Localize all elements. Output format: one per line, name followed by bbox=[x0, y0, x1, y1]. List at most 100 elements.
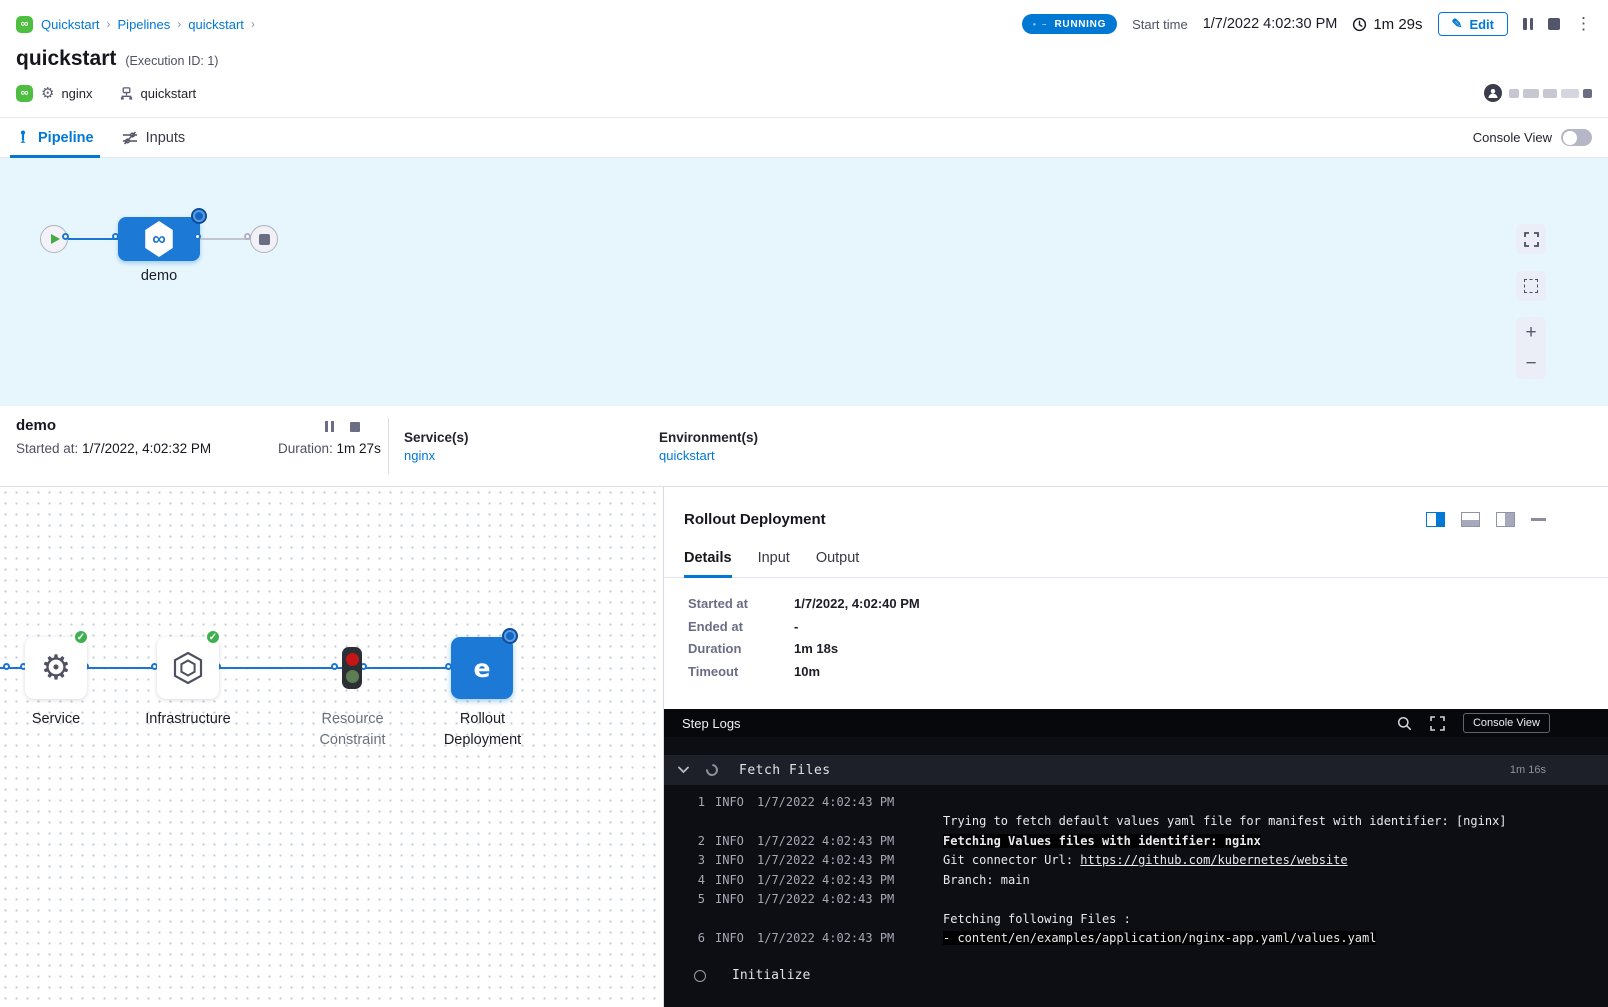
pipeline-execution-page: ∞ Quickstart›Pipelines›quickstart› • –RU… bbox=[0, 0, 1608, 1007]
more-options-button[interactable]: ⋮ bbox=[1575, 18, 1592, 30]
detail-label: Ended at bbox=[688, 619, 794, 634]
log-section-name: Initialize bbox=[732, 968, 810, 983]
step-node-service[interactable]: ⚙ bbox=[25, 637, 87, 699]
services-label: Service(s) bbox=[404, 430, 469, 445]
redacted-text-block bbox=[1509, 89, 1519, 98]
redacted-text-block bbox=[1523, 89, 1539, 98]
log-level: INFO bbox=[715, 873, 751, 887]
step-label: Infrastructure bbox=[122, 709, 254, 730]
marquee-icon bbox=[1524, 279, 1538, 293]
log-line: Fetching following Files : bbox=[691, 909, 1608, 929]
step-logs-header: Step Logs Console View bbox=[664, 709, 1608, 737]
log-section-fetch-files[interactable]: Fetch Files 1m 16s bbox=[664, 755, 1608, 785]
pencil-icon: ✎ bbox=[1452, 16, 1463, 32]
detail-value: 1m 18s bbox=[794, 641, 838, 656]
step-node-infrastructure[interactable] bbox=[157, 637, 219, 699]
environment-link[interactable]: quickstart bbox=[659, 448, 715, 463]
status-badge: • –RUNNING bbox=[1022, 14, 1117, 34]
log-message: Branch: main bbox=[943, 873, 1030, 887]
pause-execution-button[interactable] bbox=[1523, 18, 1533, 30]
page-title: quickstart bbox=[16, 47, 116, 71]
graph-edge bbox=[200, 238, 250, 240]
environment-icon bbox=[119, 86, 134, 101]
log-line-number: 3 bbox=[691, 853, 705, 867]
log-message: Trying to fetch default values yaml file… bbox=[943, 814, 1507, 828]
log-line: 3INFO1/7/2022 4:02:43 PMGit connector Ur… bbox=[691, 851, 1608, 871]
log-section-initialize[interactable]: Initialize bbox=[694, 968, 810, 983]
breadcrumb-item[interactable]: quickstart › bbox=[188, 17, 262, 32]
start-time-value: 1/7/2022 4:02:30 PM bbox=[1203, 16, 1338, 32]
harness-cd-logo-icon: ∞ bbox=[16, 85, 33, 102]
step-node-resource-constraint[interactable] bbox=[342, 647, 362, 689]
expand-logs-icon[interactable] bbox=[1430, 716, 1445, 731]
console-view-toggle[interactable] bbox=[1561, 129, 1592, 146]
tab-pipeline[interactable]: Pipeline bbox=[16, 118, 94, 157]
log-timestamp: 1/7/2022 4:02:43 PM bbox=[757, 834, 943, 848]
log-level: INFO bbox=[715, 853, 751, 867]
fullscreen-icon bbox=[1524, 232, 1539, 247]
zoom-in-button[interactable]: + bbox=[1525, 323, 1536, 342]
step-logs-panel: Step Logs Console View Fetch Files 1m 16… bbox=[664, 709, 1608, 1007]
stage-node-demo[interactable]: ∞ bbox=[118, 217, 200, 261]
breadcrumb-link[interactable]: Quickstart bbox=[41, 17, 100, 32]
graph-edge bbox=[219, 667, 342, 669]
tab-input[interactable]: Input bbox=[758, 550, 790, 577]
environment-chip[interactable]: quickstart bbox=[119, 86, 197, 101]
log-console[interactable]: Fetch Files 1m 16s 1INFO1/7/2022 4:02:43… bbox=[664, 737, 1608, 1007]
tab-inputs[interactable]: Inputs bbox=[122, 118, 186, 157]
fit-to-screen-button[interactable] bbox=[1516, 224, 1546, 254]
step-logs-title: Step Logs bbox=[682, 716, 741, 731]
log-link[interactable]: https://github.com/kubernetes/website bbox=[1080, 853, 1347, 867]
stop-execution-button[interactable] bbox=[1548, 18, 1560, 30]
breadcrumb-separator-icon: › bbox=[251, 17, 255, 31]
infrastructure-icon bbox=[172, 651, 204, 685]
breadcrumb-item[interactable]: Quickstart› bbox=[41, 17, 118, 32]
graph-edge bbox=[362, 667, 451, 669]
log-message: Fetching Values files with identifier: n… bbox=[943, 834, 1261, 848]
detail-row: Started at1/7/2022, 4:02:40 PM bbox=[688, 596, 1584, 611]
zoom-out-button[interactable]: − bbox=[1525, 354, 1536, 373]
play-icon bbox=[51, 234, 60, 244]
log-line-number: 6 bbox=[691, 931, 705, 945]
pause-stage-button[interactable] bbox=[325, 421, 334, 432]
chevron-down-icon[interactable] bbox=[678, 766, 689, 774]
service-link[interactable]: nginx bbox=[404, 448, 435, 463]
log-line-number: 2 bbox=[691, 834, 705, 848]
service-chip[interactable]: ⚙nginx bbox=[41, 84, 93, 102]
layout-split-horizontal-button[interactable] bbox=[1461, 512, 1480, 527]
clock-icon bbox=[1352, 17, 1367, 32]
layout-split-vertical-button[interactable] bbox=[1426, 512, 1445, 527]
search-icon[interactable] bbox=[1397, 716, 1412, 731]
view-tabbar: Pipeline Inputs Console View bbox=[0, 117, 1608, 158]
graph-edge bbox=[68, 238, 118, 240]
minimize-panel-button[interactable] bbox=[1531, 518, 1546, 521]
log-message: Fetching following Files : bbox=[943, 912, 1131, 926]
breadcrumb-link[interactable]: quickstart bbox=[188, 17, 244, 32]
executed-by bbox=[1484, 84, 1592, 102]
marquee-select-button[interactable] bbox=[1516, 271, 1546, 301]
start-time-label: Start time bbox=[1132, 17, 1188, 32]
pipeline-end-node bbox=[250, 225, 278, 253]
detail-value: 10m bbox=[794, 664, 820, 679]
tab-output[interactable]: Output bbox=[816, 550, 860, 577]
edit-button[interactable]: ✎Edit bbox=[1438, 12, 1508, 36]
traffic-light-red-icon bbox=[346, 653, 359, 666]
step-panel-title: Rollout Deployment bbox=[684, 511, 826, 528]
gear-icon: ⚙ bbox=[41, 651, 71, 685]
stop-square-icon bbox=[259, 234, 270, 245]
pipeline-graph-canvas[interactable]: ∞ demo + − bbox=[0, 158, 1608, 406]
layout-right-panel-button[interactable] bbox=[1496, 512, 1515, 527]
step-label: Resource Constraint bbox=[305, 709, 400, 751]
breadcrumb-item[interactable]: Pipelines› bbox=[118, 17, 189, 32]
step-node-rollout-deployment[interactable]: e bbox=[451, 637, 513, 699]
elapsed-time: 1m 29s bbox=[1352, 16, 1422, 33]
console-view-button[interactable]: Console View bbox=[1463, 713, 1550, 733]
stage-execution-canvas[interactable]: ⚙ ✓ ✓ e Service Infrastructure Resource … bbox=[0, 487, 663, 1007]
stage-controls bbox=[325, 421, 360, 432]
detail-value: 1/7/2022, 4:02:40 PM bbox=[794, 596, 920, 611]
breadcrumb-link[interactable]: Pipelines bbox=[118, 17, 171, 32]
log-timestamp: 1/7/2022 4:02:43 PM bbox=[757, 892, 943, 906]
tab-details[interactable]: Details bbox=[684, 550, 732, 577]
user-avatar-icon bbox=[1484, 84, 1502, 102]
stop-stage-button[interactable] bbox=[350, 422, 360, 432]
